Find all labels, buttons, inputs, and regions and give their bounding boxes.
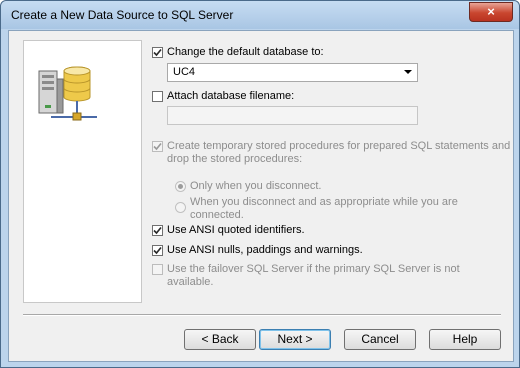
radio-appropriate[interactable]	[175, 202, 186, 213]
close-icon: ×	[487, 4, 495, 19]
chevron-down-icon[interactable]	[404, 70, 412, 74]
ansi-nulls-option[interactable]: Use ANSI nulls, paddings and warnings.	[152, 244, 363, 257]
ansi-quoted-checkbox[interactable]	[152, 225, 163, 236]
next-button[interactable]: Next >	[259, 329, 331, 350]
default-database-value: UC4	[173, 66, 196, 78]
temp-procs-checkbox[interactable]	[152, 141, 163, 152]
check-icon	[153, 48, 162, 57]
side-illustration-panel	[23, 40, 142, 303]
close-button[interactable]: ×	[469, 2, 513, 22]
radio-appropriate-label-line1: When you disconnect and as appropriate w…	[190, 196, 458, 208]
attach-filename-label: Attach database filename:	[167, 90, 295, 102]
dialog-client-area: Change the default database to: UC4 Atta…	[8, 30, 514, 362]
check-icon	[153, 226, 162, 235]
temp-procs-option[interactable]: Create temporary stored procedures for p…	[152, 140, 510, 166]
radio-appropriate-label-line2: connected.	[190, 209, 244, 221]
ansi-nulls-checkbox[interactable]	[152, 245, 163, 256]
temp-procs-label-line2: drop the stored procedures:	[167, 153, 303, 165]
attach-filename-option[interactable]: Attach database filename:	[152, 90, 294, 103]
title-bar[interactable]: Create a New Data Source to SQL Server ×	[1, 1, 519, 29]
dialog-window: Create a New Data Source to SQL Server ×	[0, 0, 520, 368]
radio-only-disconnect[interactable]	[175, 181, 186, 192]
ansi-quoted-label: Use ANSI quoted identifiers.	[167, 224, 305, 236]
default-database-select[interactable]: UC4	[167, 63, 418, 82]
radio-selected-dot	[178, 184, 183, 189]
attach-filename-field[interactable]	[167, 106, 418, 125]
cancel-button[interactable]: Cancel	[344, 329, 416, 350]
radio-only-disconnect-label: Only when you disconnect.	[190, 180, 322, 192]
radio-only-disconnect-option[interactable]: Only when you disconnect.	[175, 180, 321, 193]
ansi-nulls-label: Use ANSI nulls, paddings and warnings.	[167, 244, 363, 256]
temp-procs-label-line1: Create temporary stored procedures for p…	[167, 140, 511, 152]
check-icon	[153, 246, 162, 255]
database-server-icon	[38, 66, 97, 121]
attach-filename-checkbox[interactable]	[152, 91, 163, 102]
failover-label-line2: available.	[167, 276, 214, 288]
failover-label-line1: Use the failover SQL Server if the prima…	[167, 263, 460, 275]
change-default-db-checkbox[interactable]	[152, 47, 163, 58]
change-default-db-option[interactable]: Change the default database to:	[152, 46, 324, 59]
failover-label: Use the failover SQL Server if the prima…	[167, 263, 460, 289]
help-button[interactable]: Help	[429, 329, 501, 350]
window-title: Create a New Data Source to SQL Server	[11, 8, 234, 22]
radio-appropriate-label: When you disconnect and as appropriate w…	[190, 196, 458, 222]
ansi-quoted-option[interactable]: Use ANSI quoted identifiers.	[152, 224, 305, 237]
failover-checkbox[interactable]	[152, 264, 163, 275]
failover-option[interactable]: Use the failover SQL Server if the prima…	[152, 263, 460, 289]
check-icon	[153, 142, 162, 151]
back-button[interactable]: < Back	[184, 329, 256, 350]
temp-procs-label: Create temporary stored procedures for p…	[167, 140, 510, 166]
button-separator	[23, 314, 501, 316]
radio-appropriate-option[interactable]: When you disconnect and as appropriate w…	[175, 196, 458, 222]
change-default-db-label: Change the default database to:	[167, 46, 324, 58]
